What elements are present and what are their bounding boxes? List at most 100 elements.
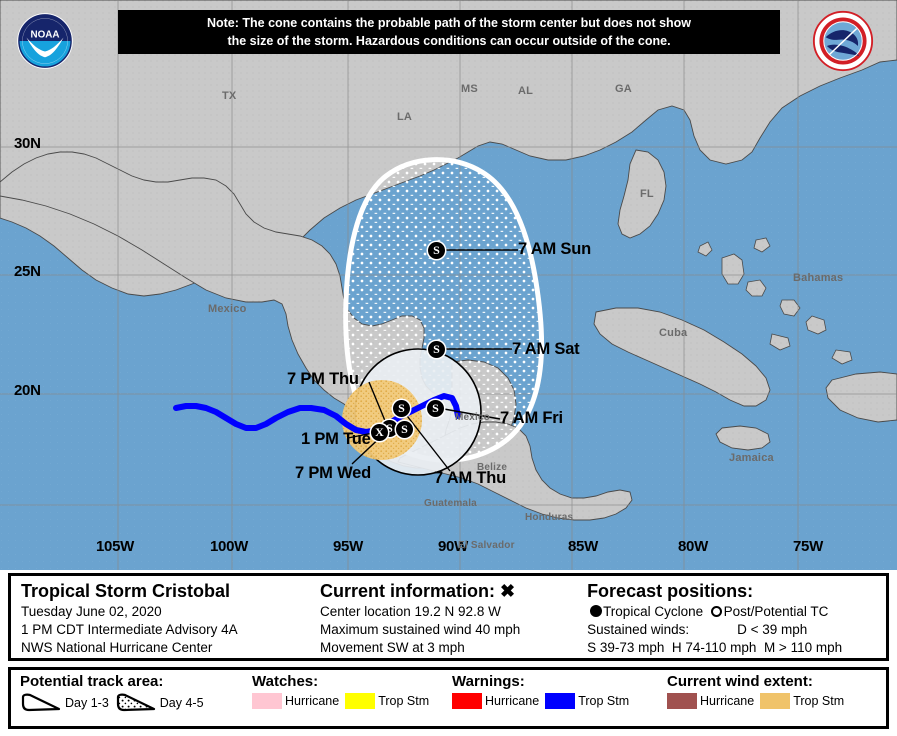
- map-legend-panel: Potential track area: Day 1-3 Day 4-5 Wa…: [8, 667, 889, 729]
- storm-movement: Movement SW at 3 mph: [319, 640, 465, 656]
- wind-extent-hurricane-swatch: [667, 693, 697, 709]
- wind-category-m: M > 110 mph: [763, 640, 843, 656]
- current-position-marker[interactable]: X: [371, 424, 388, 441]
- warnings-title: Warnings:: [452, 673, 525, 690]
- wind-extent-hurricane-label: Hurricane: [700, 694, 755, 708]
- forecast-label-sun: 7 AM Sun: [518, 240, 591, 258]
- legend-day-4-5-label: Day 4-5: [159, 696, 204, 710]
- note-line-2: the size of the storm. Hazardous conditi…: [227, 34, 671, 48]
- forecast-label-wed-7pm: 7 PM Wed: [295, 464, 372, 482]
- wind-extent-trop-stm-swatch: [760, 693, 791, 709]
- note-line-1: Note: The cone contains the probable pat…: [206, 15, 692, 30]
- warning-trop-stm-label: Trop Stm: [578, 694, 630, 708]
- current-information-column: Current information: ✖ Center location 1…: [310, 576, 577, 658]
- legend-watches: Watches: Hurricane Trop Stm: [243, 670, 443, 726]
- legend-warning-trop-stm: Trop Stm: [545, 693, 629, 709]
- noaa-logo: NOAA: [17, 13, 73, 69]
- forecast-point-sat[interactable]: S: [428, 341, 445, 358]
- svg-text:NOAA: NOAA: [31, 30, 60, 41]
- legend-potential-track-area: Potential track area: Day 1-3 Day 4-5: [11, 670, 243, 726]
- wind-category-d: D < 39 mph: [737, 622, 808, 638]
- legend-watch-trop-stm: Trop Stm: [345, 693, 429, 709]
- wind-categories-row: S 39-73 mph H 74-110 mph M > 110 mph: [587, 639, 886, 657]
- lat-label-20n: 20N: [14, 382, 41, 399]
- sustained-winds-row: Sustained winds: D < 39 mph: [587, 621, 886, 639]
- lon-label-95w: 95W: [333, 538, 363, 555]
- lat-label-25n: 25N: [14, 263, 41, 280]
- current-position-x-icon: ✖: [499, 581, 516, 601]
- warning-trop-stm-swatch: [545, 693, 576, 709]
- post-potential-tc-circle-icon: [710, 606, 722, 617]
- national-weather-service-logo: [812, 10, 874, 72]
- storm-agency: NWS National Hurricane Center: [21, 640, 213, 656]
- legend-day-1-3-label: Day 1-3: [65, 696, 109, 710]
- lon-label-100w: 100W: [210, 538, 248, 555]
- place-label-tx: TX: [222, 90, 237, 102]
- legend-wind-extent-trop-stm: Trop Stm: [760, 693, 844, 709]
- forecast-positions-heading: Forecast positions:: [587, 581, 754, 601]
- legend-day-4-5: Day 4-5: [115, 693, 204, 713]
- legend-warnings: Warnings: Hurricane Trop Stm: [443, 670, 658, 726]
- place-label-jamaica: Jamaica: [729, 452, 774, 464]
- place-label-la: LA: [397, 111, 413, 123]
- warning-hurricane-swatch: [452, 693, 482, 709]
- max-sustained-wind: Maximum sustained wind 40 mph: [319, 622, 521, 638]
- lon-label-85w: 85W: [568, 538, 598, 555]
- lon-label-80w: 80W: [678, 538, 708, 555]
- place-label-fl: FL: [640, 188, 654, 200]
- place-label-cuba: Cuba: [659, 327, 688, 339]
- tropical-cyclone-dot-icon: [590, 605, 603, 617]
- wind-extent-trop-stm-label: Trop Stm: [793, 694, 845, 708]
- warning-hurricane-label: Hurricane: [485, 694, 540, 708]
- storm-name: Tropical Storm Cristobal: [21, 581, 231, 601]
- center-location: Center location 19.2 N 92.8 W: [319, 604, 501, 619]
- cone-day13-icon: [21, 693, 61, 712]
- lat-label-30n: 30N: [14, 135, 41, 152]
- post-potential-tc-label: Post/Potential TC: [723, 604, 829, 619]
- forecast-label-tue-1pm: 1 PM Tue: [301, 430, 371, 448]
- forecast-positions-column: Forecast positions: Tropical Cyclone Pos…: [577, 576, 886, 658]
- watch-hurricane-label: Hurricane: [285, 694, 340, 708]
- legend-warning-hurricane: Hurricane: [452, 693, 539, 709]
- cone-disclaimer-note: Note: The cone contains the probable pat…: [118, 10, 780, 54]
- forecast-point-thu-7am[interactable]: S: [393, 400, 410, 417]
- legend-current-wind-extent: Current wind extent: Hurricane Trop Stm: [658, 670, 886, 726]
- forecast-label-sat: 7 AM Sat: [512, 340, 580, 358]
- current-information-label: Current information:: [319, 581, 495, 601]
- place-label-honduras: Honduras: [525, 512, 574, 523]
- legend-watch-hurricane: Hurricane: [252, 693, 339, 709]
- watch-trop-stm-swatch: [345, 693, 376, 709]
- place-label-al: AL: [518, 85, 534, 97]
- forecast-label-thu-7pm: 7 PM Thu: [287, 370, 359, 388]
- place-label-ms: MS: [461, 83, 478, 95]
- watches-title: Watches:: [252, 673, 319, 690]
- watch-hurricane-swatch: [252, 693, 282, 709]
- lon-label-75w: 75W: [793, 538, 823, 555]
- watch-trop-stm-label: Trop Stm: [378, 694, 430, 708]
- place-label-mexico: Mexico: [208, 303, 247, 315]
- sustained-winds-label: Sustained winds:: [587, 622, 690, 638]
- place-label-ga: GA: [615, 83, 632, 95]
- current-wind-extent-title: Current wind extent:: [667, 673, 813, 690]
- storm-advisory: 1 PM CDT Intermediate Advisory 4A: [21, 622, 238, 638]
- hurricane-forecast-graphic: 30N 25N 20N 105W 100W 95W 90W 85W 80W 75…: [0, 0, 897, 736]
- lon-label-105w: 105W: [96, 538, 134, 555]
- forecast-point-thu-7pm[interactable]: S: [396, 421, 413, 438]
- legend-wind-extent-hurricane: Hurricane: [667, 693, 754, 709]
- cone-day45-icon: [116, 693, 155, 712]
- forecast-map[interactable]: 30N 25N 20N 105W 100W 95W 90W 85W 80W 75…: [0, 0, 897, 570]
- potential-track-area-title: Potential track area:: [20, 673, 164, 690]
- forecast-symbol-row: Tropical Cyclone Post/Potential TC: [587, 603, 886, 621]
- storm-date: Tuesday June 02, 2020: [21, 604, 162, 619]
- place-label-bahamas: Bahamas: [793, 272, 844, 284]
- place-label-el-salvador: El Salvador: [458, 540, 515, 551]
- storm-identity-column: Tropical Storm Cristobal Tuesday June 02…: [11, 576, 310, 658]
- forecast-label-thu-7am: 7 AM Thu: [434, 469, 507, 487]
- current-information-heading: Current information: ✖: [320, 581, 577, 602]
- forecast-point-fri[interactable]: S: [427, 400, 444, 417]
- legend-day-1-3: Day 1-3: [20, 693, 109, 713]
- storm-info-panel: Tropical Storm Cristobal Tuesday June 02…: [8, 573, 889, 661]
- tropical-cyclone-label: Tropical Cyclone: [603, 604, 704, 619]
- forecast-point-sun[interactable]: S: [428, 242, 445, 259]
- wind-category-s: S 39-73 mph: [587, 640, 665, 656]
